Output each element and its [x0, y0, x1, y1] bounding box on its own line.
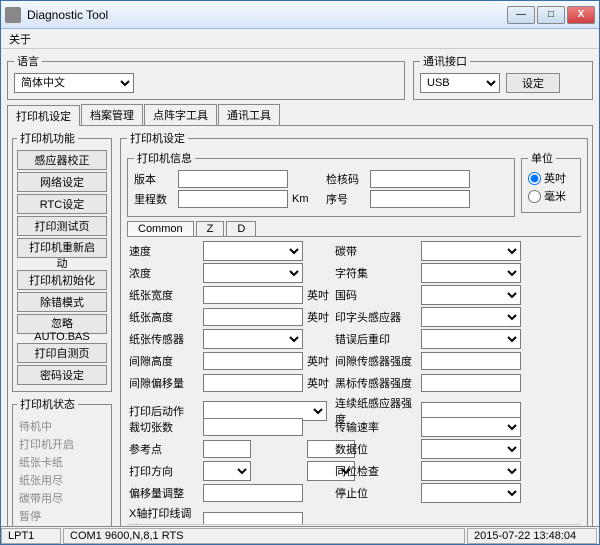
fld-gapsensor[interactable] — [421, 352, 521, 370]
fld-serial[interactable] — [370, 190, 470, 208]
menu-about[interactable]: 关于 — [9, 31, 31, 47]
titlebar: Diagnostic Tool — □ X — [1, 1, 599, 29]
btn-init[interactable]: 打印机初始化 — [17, 270, 107, 290]
fld-stopbit[interactable] — [421, 483, 521, 503]
fld-xoffset[interactable] — [203, 512, 303, 524]
fld-papersensor[interactable] — [203, 329, 303, 349]
main-tabs: 打印机设定 档案管理 点阵字工具 通讯工具 — [7, 104, 593, 125]
setup-legend: 打印机设定 — [127, 130, 188, 146]
app-window: Diagnostic Tool — □ X 关于 语言 简体中文 通讯接口 US… — [0, 0, 600, 545]
unit-legend: 单位 — [528, 150, 556, 166]
fld-mileage[interactable] — [178, 190, 288, 208]
subtab-common[interactable]: Common — [127, 221, 194, 236]
comm-group: 通讯接口 USB 设定 — [413, 53, 593, 100]
lbl-checksum: 检核码 — [326, 171, 366, 187]
comm-set-button[interactable]: 设定 — [506, 73, 560, 93]
fld-refx[interactable] — [203, 440, 251, 458]
minimize-button[interactable]: — — [507, 6, 535, 24]
fld-reprint[interactable] — [421, 329, 521, 349]
fld-databits[interactable] — [421, 439, 521, 459]
fld-codepage[interactable] — [421, 285, 521, 305]
sub-tabs: Common Z D — [127, 221, 581, 237]
tab-printer-setup[interactable]: 打印机设定 — [7, 105, 80, 126]
status-jam: 纸张卡纸 — [17, 454, 107, 470]
fld-density[interactable] — [203, 263, 303, 283]
language-legend: 语言 — [14, 53, 42, 69]
fld-dir1[interactable] — [203, 461, 251, 481]
radio-inch[interactable] — [528, 172, 541, 185]
status-open: 打印机开启 — [17, 436, 107, 452]
btn-rtc[interactable]: RTC设定 — [17, 194, 107, 214]
menubar: 关于 — [1, 29, 599, 49]
status-time: 2015-07-22 13:48:04 — [467, 528, 597, 544]
fld-gapoffset[interactable] — [203, 374, 303, 392]
status-paperout: 纸张用尽 — [17, 472, 107, 488]
btn-password[interactable]: 密码设定 — [17, 365, 107, 385]
radio-mm[interactable] — [528, 190, 541, 203]
fld-cutcount[interactable] — [203, 418, 303, 436]
btn-network[interactable]: 网络设定 — [17, 172, 107, 192]
status-pause: 暂停 — [17, 508, 107, 524]
fld-charset[interactable] — [421, 263, 521, 283]
subtab-z[interactable]: Z — [196, 221, 225, 236]
fld-checksum[interactable] — [370, 170, 470, 188]
info-legend: 打印机信息 — [134, 150, 195, 166]
btn-debug[interactable]: 除错模式 — [17, 292, 107, 312]
fld-offset[interactable] — [203, 484, 303, 502]
lbl-serial: 序号 — [326, 191, 366, 207]
language-group: 语言 简体中文 — [7, 53, 405, 100]
language-select[interactable]: 简体中文 — [14, 73, 134, 93]
fld-version[interactable] — [178, 170, 288, 188]
status-idle: 待机中 — [17, 418, 107, 434]
close-button[interactable]: X — [567, 6, 595, 24]
status-ribbonout: 碳带用尽 — [17, 490, 107, 506]
tab-comm-tool[interactable]: 通讯工具 — [218, 104, 280, 125]
fld-width[interactable] — [203, 286, 303, 304]
status-lpt: LPT1 — [1, 528, 61, 544]
btn-ignore-autobas[interactable]: 忽略 AUTO.BAS — [17, 314, 107, 334]
btn-restart[interactable]: 打印机重新启动 — [17, 238, 107, 258]
setup-group: 打印机设定 打印机信息 版本 检核码 里程数 — [120, 130, 588, 526]
subtab-d[interactable]: D — [226, 221, 256, 236]
fld-gap[interactable] — [203, 352, 303, 370]
fld-parity[interactable] — [421, 461, 521, 481]
lbl-km: Km — [292, 193, 322, 205]
fld-speed[interactable] — [203, 241, 303, 261]
app-icon — [5, 7, 21, 23]
func-legend: 打印机功能 — [17, 130, 78, 146]
info-group: 打印机信息 版本 检核码 里程数 Km 序号 — [127, 150, 515, 217]
unit-group: 单位 英吋 毫米 — [521, 150, 581, 213]
window-title: Diagnostic Tool — [27, 8, 507, 22]
fld-baudrate[interactable] — [421, 417, 521, 437]
statusbar: LPT1 COM1 9600,N,8,1 RTS 2015-07-22 13:4… — [1, 526, 599, 544]
func-group: 打印机功能 感应器校正 网络设定 RTC设定 打印测试页 打印机重新启动 打印机… — [12, 130, 112, 392]
fld-bmsensor[interactable] — [421, 374, 521, 392]
maximize-button[interactable]: □ — [537, 6, 565, 24]
fld-headsensor[interactable] — [421, 307, 521, 327]
status-legend: 打印机状态 — [17, 396, 78, 412]
btn-selftest[interactable]: 打印自测页 — [17, 343, 107, 363]
status-com: COM1 9600,N,8,1 RTS — [63, 528, 465, 544]
lbl-version: 版本 — [134, 171, 174, 187]
fld-ribbon[interactable] — [421, 241, 521, 261]
status-group: 打印机状态 待机中 打印机开启 纸张卡纸 纸张用尽 碳带用尽 暂停 打印中 其它… — [12, 396, 112, 526]
comm-legend: 通讯接口 — [420, 53, 470, 69]
lbl-mileage: 里程数 — [134, 191, 174, 207]
fld-height[interactable] — [203, 308, 303, 326]
comm-select[interactable]: USB — [420, 73, 500, 93]
btn-test-page[interactable]: 打印测试页 — [17, 216, 107, 236]
tab-bitmap-font[interactable]: 点阵字工具 — [144, 104, 217, 125]
tab-file-mgmt[interactable]: 档案管理 — [81, 104, 143, 125]
btn-sensor-calib[interactable]: 感应器校正 — [17, 150, 107, 170]
